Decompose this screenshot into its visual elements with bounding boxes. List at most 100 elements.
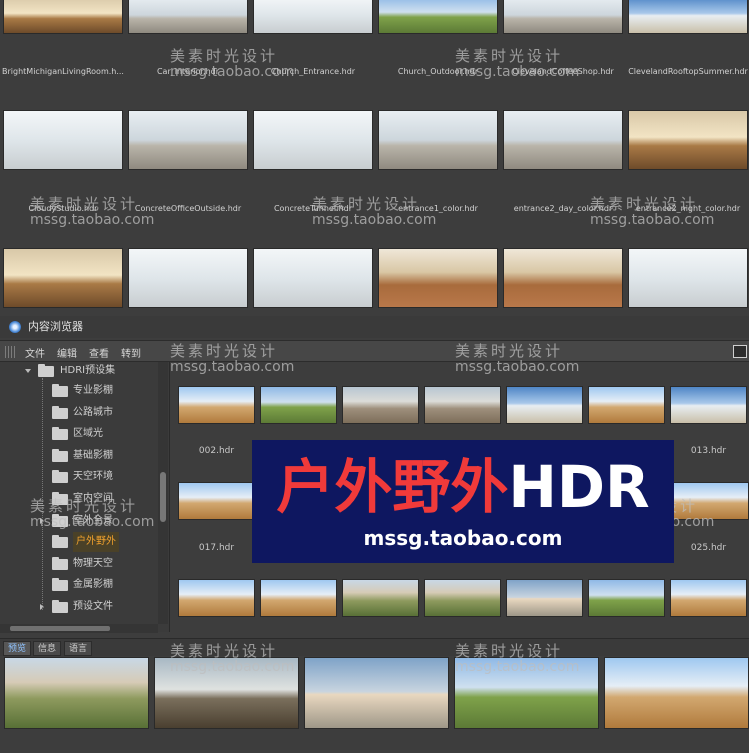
scrollbar-thumb[interactable] <box>160 472 166 522</box>
folder-icon <box>52 578 68 592</box>
watermark-line2: mssg.taobao.com <box>312 212 437 228</box>
asset-thumbnail[interactable] <box>178 482 255 520</box>
asset-filename[interactable]: Church_Outdoor.hdr <box>376 67 500 76</box>
tree-item[interactable]: 预设文件 <box>0 597 158 617</box>
asset-thumbnail[interactable] <box>253 0 373 34</box>
preview-image[interactable] <box>454 657 599 729</box>
asset-filename[interactable]: ConcreteTunnel.hdr <box>251 204 375 213</box>
menu-file[interactable]: 文件 <box>25 345 45 360</box>
asset-thumbnail[interactable] <box>503 0 623 34</box>
tree-vertical-scrollbar[interactable] <box>158 362 168 624</box>
asset-filename[interactable]: ConcreteOfficeOutside.hdr <box>126 204 250 213</box>
asset-thumbnail[interactable] <box>628 0 748 34</box>
asset-filename[interactable]: 025.hdr <box>670 543 747 553</box>
watermark-line1: 美素时光设计 <box>170 47 279 65</box>
asset-filename[interactable]: entrance2_night_color.hdr <box>626 204 749 213</box>
preview-image[interactable] <box>604 657 749 729</box>
asset-thumbnail[interactable] <box>506 386 583 424</box>
asset-filename[interactable]: CloudyStudio.hdr <box>1 204 125 213</box>
folder-icon <box>52 600 68 613</box>
asset-thumbnail[interactable] <box>3 110 123 170</box>
asset-thumbnail[interactable] <box>588 579 665 617</box>
asset-thumbnail[interactable] <box>178 386 255 424</box>
tree-item-label: 金属影棚 <box>73 579 113 591</box>
tab-info[interactable]: 信息 <box>33 641 62 656</box>
asset-thumbnail[interactable] <box>628 110 748 170</box>
grip-icon[interactable] <box>5 346 17 358</box>
asset-thumbnail[interactable] <box>128 0 248 34</box>
tree-item[interactable]: 基础影棚 <box>0 446 158 466</box>
asset-filename[interactable]: entrance2_day_color.hdr <box>501 204 625 213</box>
asset-thumbnail[interactable] <box>378 110 498 170</box>
preview-image[interactable] <box>154 657 299 729</box>
asset-thumbnail[interactable] <box>503 110 623 170</box>
expand-arrow-icon[interactable] <box>25 369 31 373</box>
asset-thumbnail[interactable] <box>378 0 498 34</box>
banner-url: mssg.taobao.com <box>363 526 563 550</box>
asset-filename[interactable]: BrightMichiganLivingRoom.h... <box>1 67 125 76</box>
folder-icon <box>52 470 68 484</box>
banner-title: 户外野外HDR <box>252 454 674 520</box>
tree-item[interactable]: 室外全景 <box>0 511 158 531</box>
tree-item[interactable]: 物理天空 <box>0 554 158 574</box>
tree-item[interactable]: 专业影棚 <box>0 381 158 401</box>
asset-filename[interactable]: 002.hdr <box>178 446 255 456</box>
tree-item-label: 户外野外 <box>73 532 119 553</box>
asset-thumbnail[interactable] <box>260 386 337 424</box>
asset-thumbnail[interactable] <box>670 579 747 617</box>
folder-icon <box>52 492 68 505</box>
asset-filename[interactable]: entrance1_color.hdr <box>376 204 500 213</box>
tree-item-label: 室外全景 <box>73 514 113 526</box>
asset-thumbnail[interactable] <box>342 386 419 424</box>
asset-thumbnail[interactable] <box>503 248 623 308</box>
promo-banner: 户外野外HDR mssg.taobao.com <box>252 440 674 563</box>
tab-language[interactable]: 语言 <box>64 641 93 656</box>
tree-item[interactable]: 室内空间 <box>0 489 158 509</box>
asset-thumbnail[interactable] <box>128 110 248 170</box>
content-browser-title-bar: 内容浏览器 <box>0 316 749 338</box>
folder-icon <box>52 448 68 462</box>
asset-thumbnail[interactable] <box>3 0 123 34</box>
menu-view[interactable]: 查看 <box>89 345 109 360</box>
tree-item[interactable]: 公路城市 <box>0 403 158 423</box>
panel-layout-icon[interactable] <box>733 345 747 358</box>
asset-thumbnail[interactable] <box>3 248 123 308</box>
folder-icon <box>52 427 68 441</box>
tree-item[interactable]: 金属影棚 <box>0 575 158 595</box>
watermark-line2: mssg.taobao.com <box>30 212 155 228</box>
asset-filename[interactable]: 017.hdr <box>178 543 255 553</box>
asset-thumbnail[interactable] <box>506 579 583 617</box>
asset-filename[interactable]: Car_interior.hdr <box>126 67 250 76</box>
asset-thumbnail[interactable] <box>253 248 373 308</box>
menu-bar: 文件 编辑 查看 转到 <box>0 340 749 362</box>
asset-thumbnail[interactable] <box>342 579 419 617</box>
asset-thumbnail[interactable] <box>424 386 501 424</box>
asset-thumbnail[interactable] <box>628 248 748 308</box>
tree-horizontal-scrollbar[interactable] <box>0 624 158 633</box>
asset-filename[interactable]: Church_Entrance.hdr <box>251 67 375 76</box>
scrollbar-thumb[interactable] <box>10 626 110 631</box>
asset-thumbnail[interactable] <box>424 579 501 617</box>
asset-thumbnail[interactable] <box>588 386 665 424</box>
tree-item-label: 物理天空 <box>73 557 113 569</box>
preview-image[interactable] <box>4 657 149 729</box>
menu-goto[interactable]: 转到 <box>121 345 141 360</box>
screen: BrightMichiganLivingRoom.h... Car_interio… <box>0 0 749 753</box>
asset-thumbnail[interactable] <box>253 110 373 170</box>
tree-root-folder[interactable]: HDRI预设集 <box>0 361 158 381</box>
asset-thumbnail[interactable] <box>670 386 747 424</box>
asset-thumbnail[interactable] <box>128 248 248 308</box>
asset-thumbnail[interactable] <box>670 482 749 520</box>
asset-filename[interactable]: 013.hdr <box>670 446 747 456</box>
preview-image[interactable] <box>304 657 449 729</box>
tree-item[interactable]: 区域光 <box>0 424 158 444</box>
menu-edit[interactable]: 编辑 <box>57 345 77 360</box>
asset-thumbnail[interactable] <box>178 579 255 617</box>
tab-preview[interactable]: 预览 <box>3 641 32 656</box>
tree-item[interactable]: 天空环境 <box>0 467 158 487</box>
asset-thumbnail[interactable] <box>260 579 337 617</box>
asset-thumbnail[interactable] <box>378 248 498 308</box>
asset-filename[interactable]: ClevelandRooftopSummer.hdr <box>626 67 749 76</box>
tree-item[interactable]: 户外野外 <box>0 532 158 553</box>
asset-filename[interactable]: ClevelandCoffeeShop.hdr <box>501 67 625 76</box>
